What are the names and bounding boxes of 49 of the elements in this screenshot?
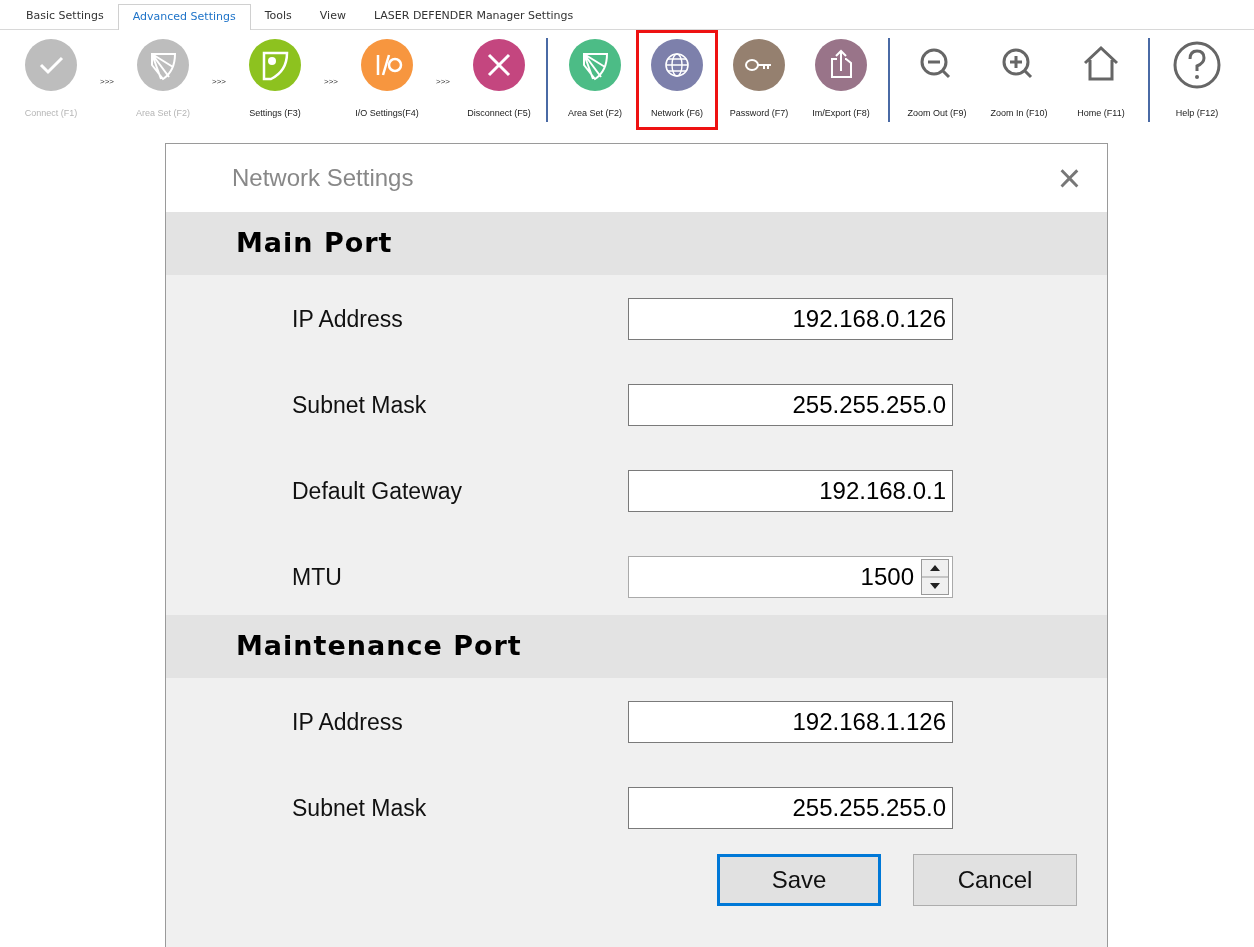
dialog-button[interactable]: Save — [717, 854, 881, 906]
tab[interactable]: Tools — [250, 3, 306, 29]
toolbar-button[interactable]: Home (F11) — [1060, 30, 1142, 130]
toolbar-button[interactable]: Zoom In (F10) — [978, 30, 1060, 130]
step-arrow: >>> — [323, 76, 339, 88]
input-field[interactable]: 192.168.0.1 — [628, 470, 953, 512]
toolbar-button[interactable]: Settings (F3) — [234, 30, 316, 130]
field-label: Subnet Mask — [292, 390, 428, 420]
spinner-arrows-icon[interactable] — [921, 559, 949, 595]
toolbar-button[interactable]: Zoom Out (F9) — [896, 30, 978, 130]
dialog-title: Network Settings — [232, 163, 414, 193]
io-icon — [361, 39, 413, 91]
field-label: IP Address — [292, 707, 404, 737]
input-field[interactable]: 255.255.255.0 — [628, 384, 953, 426]
export-icon — [815, 39, 867, 91]
close-icon — [473, 39, 525, 91]
key-icon — [733, 39, 785, 91]
fan-icon — [137, 39, 189, 91]
section-header: Maintenance Port — [166, 615, 1107, 678]
laser-icon — [249, 39, 301, 91]
step-arrow: >>> — [211, 76, 227, 88]
field-label: Default Gateway — [292, 476, 464, 506]
toolbar-button[interactable]: Disconnect (F5) — [458, 30, 540, 130]
close-button[interactable]: × — [1051, 158, 1087, 198]
tab[interactable]: Basic Settings — [12, 3, 118, 29]
check-icon — [25, 39, 77, 91]
section-header: Main Port — [166, 212, 1107, 275]
field-label: MTU — [292, 562, 343, 592]
fan-icon — [569, 39, 621, 91]
toolbar-button[interactable]: Help (F12) — [1156, 30, 1238, 130]
step-arrow: >>> — [435, 76, 451, 88]
toolbar-button[interactable]: Area Set (F2) — [554, 30, 636, 130]
tab[interactable]: LASER DEFENDER Manager Settings — [359, 3, 588, 29]
input-field[interactable]: 192.168.0.126 — [628, 298, 953, 340]
toolbar-button[interactable]: Network (F6) — [636, 30, 718, 130]
number-field[interactable]: 1500 — [628, 556, 953, 598]
input-field[interactable]: 255.255.255.0 — [628, 787, 953, 829]
field-label: Subnet Mask — [292, 793, 428, 823]
field-label: IP Address — [292, 304, 404, 334]
help-icon — [1171, 39, 1223, 91]
toolbar-button[interactable]: Password (F7) — [718, 30, 800, 130]
toolbar-button[interactable]: I/O Settings(F4) — [346, 30, 428, 130]
step-arrow: >>> — [99, 76, 115, 88]
toolbar-button[interactable]: Im/Export (F8) — [800, 30, 882, 130]
tab[interactable]: View — [305, 3, 360, 29]
globe-icon — [651, 39, 703, 91]
tab[interactable]: Advanced Settings — [117, 4, 251, 30]
dialog-button[interactable]: Cancel — [913, 854, 1077, 906]
input-field[interactable]: 192.168.1.126 — [628, 701, 953, 743]
